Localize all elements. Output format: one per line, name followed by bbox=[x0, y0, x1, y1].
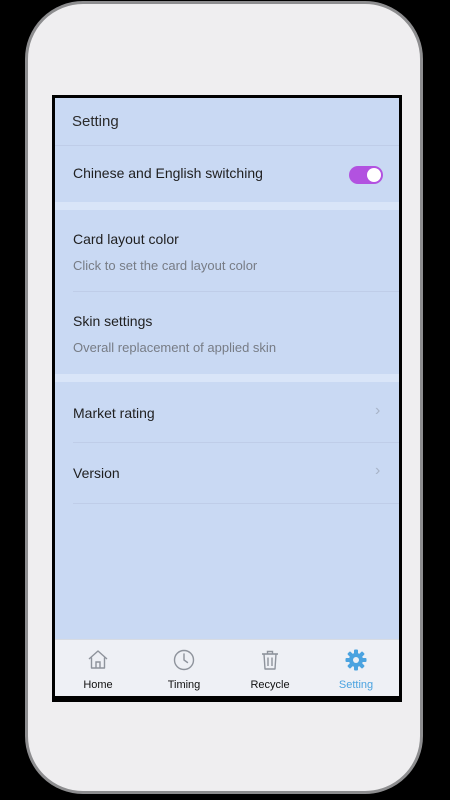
toggle-knob bbox=[367, 168, 381, 182]
chevron-right-icon: › bbox=[375, 462, 381, 479]
tab-home-label: Home bbox=[83, 679, 113, 691]
page-title: Setting bbox=[72, 113, 119, 130]
skin-settings-subtitle: Overall replacement of applied skin bbox=[73, 340, 277, 355]
card-layout-color-title: Card layout color bbox=[73, 231, 179, 247]
app-screen: Setting Chinese and English switching Ca… bbox=[55, 98, 399, 696]
version-title: Version bbox=[73, 465, 120, 481]
home-icon bbox=[88, 650, 108, 669]
clock-icon bbox=[173, 649, 195, 671]
phone-screen: Setting Chinese and English switching Ca… bbox=[52, 95, 402, 702]
tab-timing-label: Timing bbox=[167, 679, 201, 691]
market-rating-item[interactable]: Market rating › bbox=[55, 382, 399, 442]
divider bbox=[73, 503, 399, 504]
chevron-right-icon: › bbox=[375, 402, 381, 419]
tab-setting-label: Setting bbox=[338, 679, 374, 691]
tab-recycle[interactable]: Recycle bbox=[227, 640, 313, 696]
market-rating-title: Market rating bbox=[73, 405, 155, 421]
page-header: Setting bbox=[55, 98, 399, 146]
bottom-tab-bar: Home Timing Recycle Setting bbox=[55, 639, 399, 696]
gear-icon bbox=[345, 649, 367, 671]
skin-settings-item[interactable]: Skin settings Overall replacement of app… bbox=[55, 292, 399, 374]
card-layout-color-item[interactable]: Card layout color Click to set the card … bbox=[55, 210, 399, 292]
trash-icon bbox=[262, 650, 278, 670]
tab-timing[interactable]: Timing bbox=[141, 640, 227, 696]
skin-settings-title: Skin settings bbox=[73, 313, 153, 329]
section-separator bbox=[55, 202, 399, 210]
tab-recycle-label: Recycle bbox=[250, 679, 290, 691]
language-switch-label: Chinese and English switching bbox=[73, 165, 263, 181]
tab-home[interactable]: Home bbox=[55, 640, 141, 696]
language-toggle[interactable] bbox=[349, 166, 383, 184]
section-separator bbox=[55, 374, 399, 382]
card-layout-color-subtitle: Click to set the card layout color bbox=[73, 258, 258, 273]
language-switch-row[interactable]: Chinese and English switching bbox=[55, 146, 399, 202]
tab-setting[interactable]: Setting bbox=[313, 640, 399, 696]
version-item[interactable]: Version › bbox=[55, 443, 399, 503]
